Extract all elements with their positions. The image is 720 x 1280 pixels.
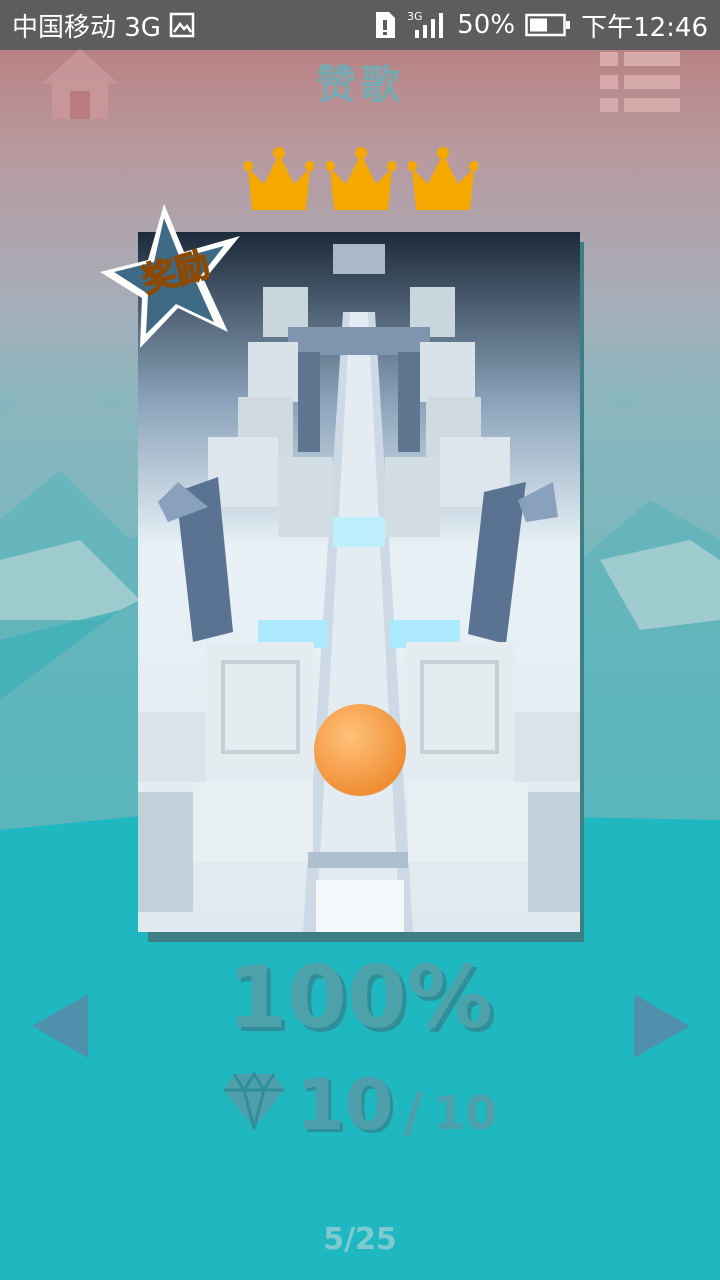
crown-icon [244,147,314,210]
clock: 下午12:46 [581,12,708,43]
gems-collected: 10 [296,1064,394,1146]
sim-alert-icon [373,10,397,40]
battery-percent: 50% [457,10,516,40]
crown-rating [244,146,478,212]
triangle-left-icon [32,994,88,1058]
status-bar: 中国移动 3G 3G 50% 下午12:46 [0,0,720,50]
level-title: 赞歌 [316,62,404,108]
gems-separator: / [403,1081,424,1144]
gallery-notification-icon [169,12,195,38]
progress-percent: 100% [227,948,493,1048]
crown-icon [326,147,396,210]
svg-text:3G: 3G [407,10,423,23]
crown-icon [408,147,478,210]
next-level-button[interactable] [630,990,694,1062]
signal-strength-icon: 3G [407,10,447,40]
gem-counter: 10 / 10 [222,1070,497,1140]
diamond-icon [224,1071,284,1130]
gems-total: 10 [433,1086,498,1140]
home-icon [42,49,118,119]
battery-icon [525,12,571,38]
home-button[interactable] [38,45,122,123]
list-menu-icon [600,52,680,112]
previous-level-button[interactable] [28,990,92,1062]
level-page-indicator: 5/25 [323,1222,397,1257]
carrier-label: 中国移动 3G [12,12,161,43]
triangle-right-icon [634,994,690,1058]
menu-button[interactable] [598,50,682,114]
